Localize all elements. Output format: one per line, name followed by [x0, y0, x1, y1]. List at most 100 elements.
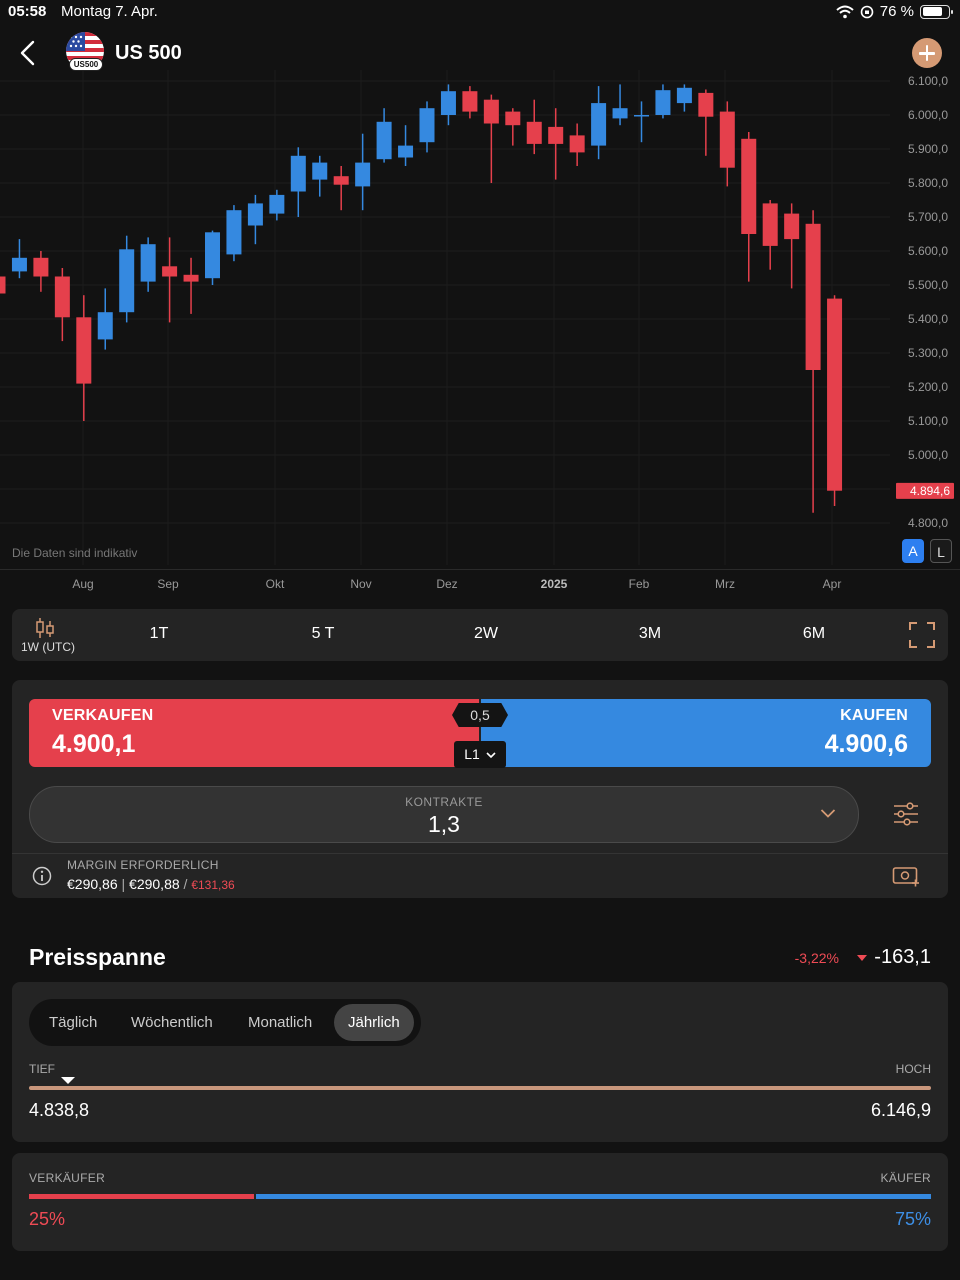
x-tick-label: Feb: [629, 577, 650, 591]
candle-down[interactable]: [698, 92, 714, 117]
candle-down[interactable]: [462, 91, 478, 112]
y-tick-label: 5.300,0: [908, 346, 948, 360]
chevron-down-icon[interactable]: [820, 807, 836, 819]
x-tick-label: Dez: [436, 577, 457, 591]
candle-down[interactable]: [569, 135, 585, 153]
back-button[interactable]: [14, 36, 42, 70]
sentiment-bar-buy: [255, 1194, 931, 1199]
x-axis: Aug Sep Okt Nov Dez 2025 Feb Mrz Apr: [72, 577, 841, 591]
candle-down[interactable]: [0, 276, 6, 294]
candle-up[interactable]: [119, 249, 135, 313]
candle-up[interactable]: [376, 121, 392, 160]
candle-down[interactable]: [333, 176, 349, 185]
candle-down[interactable]: [76, 317, 92, 384]
change-value: -163,1: [874, 946, 931, 968]
tab-monthly[interactable]: Monatlich: [234, 1004, 326, 1041]
range-marker-icon: [60, 1077, 75, 1084]
timeframe-6m[interactable]: 6M: [803, 625, 825, 643]
y-tick-label: 6.000,0: [908, 108, 948, 122]
candle-down[interactable]: [719, 111, 735, 168]
candle-up[interactable]: [676, 87, 692, 104]
candle-down[interactable]: [827, 298, 843, 491]
margin-divider: [12, 853, 948, 854]
margin-sell: €290,86: [67, 876, 118, 892]
orientation-lock-icon: [860, 5, 874, 18]
fullscreen-icon[interactable]: [908, 621, 936, 649]
candle-down[interactable]: [54, 276, 70, 318]
candle-up[interactable]: [226, 210, 242, 255]
candle-up[interactable]: [97, 312, 113, 340]
candle-up[interactable]: [591, 103, 607, 146]
log-scale-button[interactable]: L: [930, 539, 952, 563]
candle-up[interactable]: [247, 203, 263, 226]
buyers-label: KÄUFER: [880, 1171, 931, 1185]
funds-icon[interactable]: [892, 866, 920, 888]
candle-down[interactable]: [762, 203, 778, 246]
tab-daily[interactable]: Täglich: [35, 1004, 111, 1041]
margin-label: MARGIN ERFORDERLICH: [67, 858, 219, 872]
candle-up[interactable]: [140, 244, 156, 282]
header: US500 US 500: [0, 30, 960, 80]
status-date: Montag 7. Apr.: [61, 3, 158, 20]
candle-up[interactable]: [398, 145, 414, 158]
candlestick-chart[interactable]: 6.100,06.000,05.900,05.800,05.700,05.600…: [0, 70, 960, 600]
level-selector[interactable]: L1: [454, 741, 506, 768]
timeframe-3m[interactable]: 3M: [639, 625, 661, 643]
price-range-panel: Täglich Wöchentlich Monatlich Jährlich T…: [12, 982, 948, 1142]
sentiment-bar-sell: [29, 1194, 254, 1199]
range-low-label: TIEF: [29, 1062, 55, 1076]
timeframe-resolution[interactable]: 1W (UTC): [16, 640, 80, 654]
candle-up[interactable]: [11, 257, 27, 272]
current-price-label: 4.894,6: [910, 484, 950, 498]
candle-down[interactable]: [805, 223, 821, 370]
tab-yearly[interactable]: Jährlich: [334, 1004, 414, 1041]
chart-disclaimer: Die Daten sind indikativ: [12, 546, 138, 560]
candle-down[interactable]: [505, 111, 521, 126]
candle-down[interactable]: [162, 266, 178, 277]
price-chart[interactable]: 6.100,0 6.000,0 5.900,0 5.800,0 5.700,0 5.600…: [0, 70, 960, 600]
candle-up[interactable]: [205, 232, 220, 279]
timeframe-1d[interactable]: 1T: [150, 625, 169, 643]
candle-down[interactable]: [483, 99, 499, 124]
candle-up[interactable]: [440, 91, 456, 115]
battery-icon: [920, 4, 953, 19]
candle-up[interactable]: [612, 108, 628, 119]
candle-down[interactable]: [548, 126, 564, 144]
add-button[interactable]: [912, 38, 942, 68]
candle-down[interactable]: [183, 274, 199, 282]
buy-label: KAUFEN: [840, 707, 908, 724]
candle-down[interactable]: [526, 121, 542, 144]
timeframe-2w[interactable]: 2W: [474, 625, 498, 643]
trade-panel: VERKAUFEN 4.900,1 KAUFEN 4.900,6 0,5 L1 …: [12, 680, 948, 898]
candle-down[interactable]: [784, 213, 800, 240]
info-icon[interactable]: [32, 866, 52, 886]
contracts-field[interactable]: KONTRAKTE 1,3: [29, 786, 859, 843]
candle-down[interactable]: [33, 257, 49, 277]
candle-up[interactable]: [419, 108, 435, 143]
candle-up[interactable]: [312, 162, 328, 180]
wifi-icon: [836, 5, 854, 18]
candlestick-type-icon[interactable]: [34, 617, 56, 639]
sell-button[interactable]: VERKAUFEN 4.900,1: [29, 699, 479, 767]
status-bar: 05:58 Montag 7. Apr. 76 %: [0, 0, 960, 24]
order-settings-icon[interactable]: [892, 800, 920, 828]
x-tick-label: Okt: [266, 577, 285, 591]
contracts-value[interactable]: 1,3: [30, 811, 858, 838]
range-low-value: 4.838,8: [29, 1100, 90, 1120]
buy-button[interactable]: KAUFEN 4.900,6: [481, 699, 931, 767]
status-right: 76 %: [836, 3, 953, 20]
candle-down[interactable]: [741, 138, 757, 234]
y-tick-label: 5.900,0: [908, 142, 948, 156]
page-title: US 500: [115, 42, 182, 64]
timeframe-5d[interactable]: 5 T: [312, 625, 335, 643]
sell-label: VERKAUFEN: [52, 707, 154, 724]
candle-up[interactable]: [269, 194, 285, 214]
buyers-percent: 75%: [894, 1209, 931, 1229]
spread-badge: 0,5: [452, 703, 508, 727]
candle-up[interactable]: [634, 115, 649, 117]
candle-up[interactable]: [290, 155, 306, 192]
auto-scale-button[interactable]: A: [902, 539, 924, 563]
candle-up[interactable]: [355, 162, 371, 187]
tab-weekly[interactable]: Wöchentlich: [117, 1004, 227, 1041]
candle-up[interactable]: [655, 90, 671, 115]
